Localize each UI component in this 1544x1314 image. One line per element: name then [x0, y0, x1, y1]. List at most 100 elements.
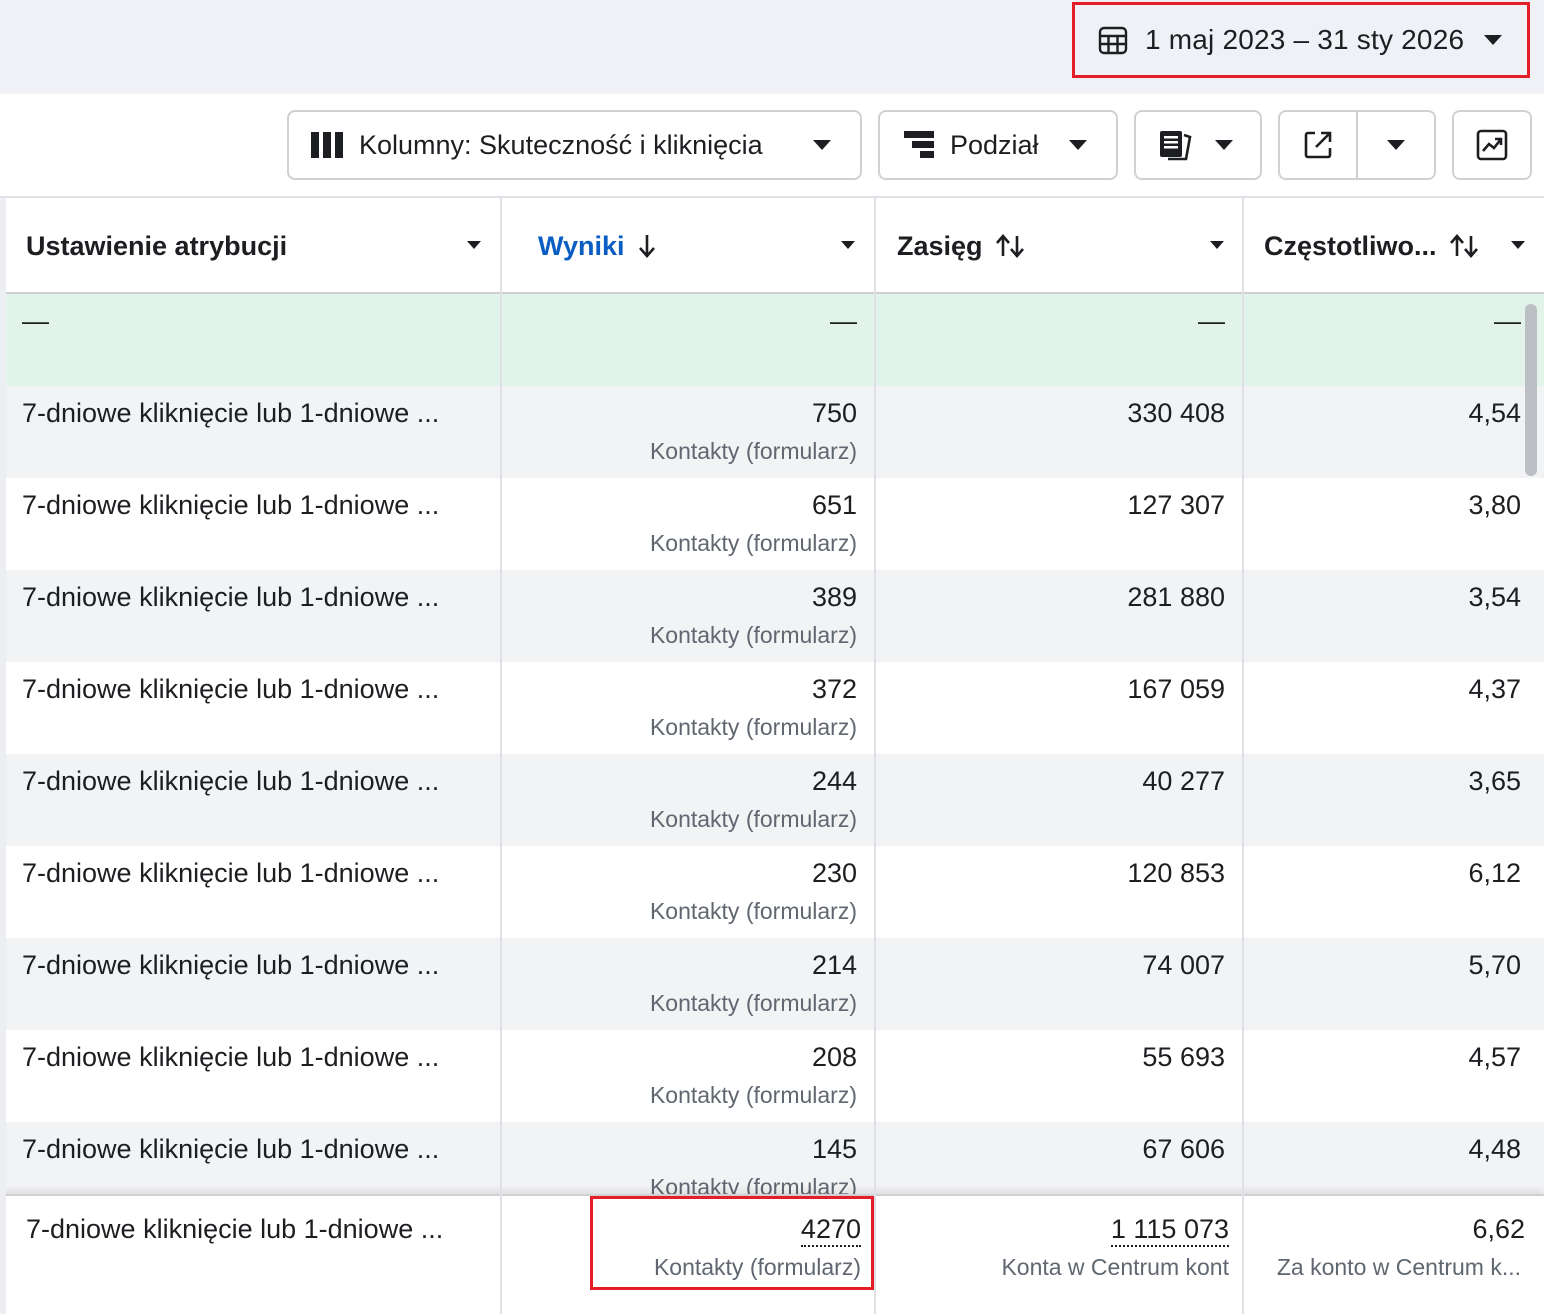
cell-results: 230 — [811, 858, 857, 888]
totals-attribution: 7-dniowe kliknięcie lub 1-dniowe ... — [26, 1214, 444, 1244]
summary-reach: — — [1198, 306, 1225, 336]
columns-button[interactable]: Kolumny: Skuteczność i kliknięcia — [287, 110, 862, 180]
chart-icon — [1476, 129, 1508, 161]
cell-reach: 127 307 — [1127, 490, 1225, 520]
breakdown-icon — [904, 131, 934, 158]
column-divider — [874, 198, 876, 1314]
cell-reach: 281 880 — [1127, 582, 1225, 612]
chevron-down-icon — [1069, 140, 1087, 150]
totals-frequency: 6,62 — [1472, 1214, 1525, 1244]
breakdown-button[interactable]: Podział — [878, 110, 1118, 180]
header-frequency-label: Częstotliwo... — [1264, 230, 1437, 261]
export-button-group — [1278, 110, 1436, 180]
table-header: Ustawienie atrybucji Wyniki Zasięg Częst… — [0, 198, 1544, 294]
cell-attribution: 7-dniowe kliknięcie lub 1-dniowe ... — [22, 674, 440, 704]
view-charts-button[interactable] — [1452, 110, 1532, 180]
sort-both-icon — [995, 234, 1024, 258]
cell-results-type: Kontakty (formularz) — [649, 898, 857, 924]
header-reach-label: Zasięg — [897, 230, 983, 261]
summary-row: — — — — — [0, 294, 1544, 386]
cell-results: 372 — [811, 674, 857, 704]
header-frequency[interactable]: Częstotliwo... — [1264, 198, 1544, 294]
cell-frequency: 3,80 — [1468, 490, 1521, 520]
cell-results-type: Kontakty (formularz) — [649, 806, 857, 832]
table-row[interactable]: 7-dniowe kliknięcie lub 1-dniowe ... 244… — [0, 754, 1544, 846]
cell-results-type: Kontakty (formularz) — [649, 714, 857, 740]
sort-down-icon — [638, 235, 655, 258]
cell-attribution: 7-dniowe kliknięcie lub 1-dniowe ... — [22, 490, 440, 520]
cell-attribution: 7-dniowe kliknięcie lub 1-dniowe ... — [22, 950, 440, 980]
cell-frequency: 5,70 — [1468, 950, 1521, 980]
reports-icon — [1160, 131, 1192, 161]
reports-button[interactable] — [1134, 110, 1262, 180]
chevron-down-icon[interactable] — [1510, 240, 1526, 250]
header-attribution[interactable]: Ustawienie atrybucji — [26, 198, 500, 294]
results-total-highlight — [590, 1196, 874, 1290]
date-bar: 1 maj 2023 – 31 sty 2026 — [0, 0, 1544, 94]
chevron-down-icon — [813, 140, 831, 150]
cell-frequency: 4,37 — [1468, 674, 1521, 704]
cell-results: 651 — [811, 490, 857, 520]
cell-reach: 40 277 — [1142, 766, 1225, 796]
cell-frequency: 4,48 — [1468, 1134, 1521, 1164]
date-range-picker[interactable]: 1 maj 2023 – 31 sty 2026 — [1072, 2, 1530, 78]
cell-results-type: Kontakty (formularz) — [649, 622, 857, 648]
table-row[interactable]: 7-dniowe kliknięcie lub 1-dniowe ... 389… — [0, 570, 1544, 662]
totals-reach-type: Konta w Centrum kont — [1001, 1254, 1229, 1280]
table-body: — — — — 7-dniowe kliknięcie lub 1-dniowe… — [0, 294, 1544, 1194]
summary-frequency: — — [1494, 306, 1521, 336]
cell-attribution: 7-dniowe kliknięcie lub 1-dniowe ... — [22, 1042, 440, 1072]
cell-reach: 67 606 — [1142, 1134, 1225, 1164]
cell-frequency: 6,12 — [1468, 858, 1521, 888]
table-row[interactable]: 7-dniowe kliknięcie lub 1-dniowe ... 750… — [0, 386, 1544, 478]
column-divider — [500, 198, 502, 1314]
table-row[interactable]: 7-dniowe kliknięcie lub 1-dniowe ... 230… — [0, 846, 1544, 938]
cell-results-type: Kontakty (formularz) — [649, 438, 857, 464]
cell-reach: 74 007 — [1142, 950, 1225, 980]
cell-attribution: 7-dniowe kliknięcie lub 1-dniowe ... — [22, 766, 440, 796]
columns-button-label: Kolumny: Skuteczność i kliknięcia — [359, 129, 763, 160]
header-results[interactable]: Wyniki — [538, 198, 874, 294]
header-reach[interactable]: Zasięg — [897, 198, 1243, 294]
table-left-edge — [0, 198, 6, 1314]
cell-reach: 167 059 — [1127, 674, 1225, 704]
columns-icon — [311, 132, 343, 158]
export-options-button[interactable] — [1358, 112, 1434, 178]
cell-results: 145 — [811, 1134, 857, 1164]
table-row[interactable]: 7-dniowe kliknięcie lub 1-dniowe ... 214… — [0, 938, 1544, 1030]
cell-results-type: Kontakty (formularz) — [649, 1082, 857, 1108]
chevron-down-icon[interactable] — [1209, 240, 1225, 250]
chevron-down-icon[interactable] — [466, 240, 482, 250]
table-row[interactable]: 7-dniowe kliknięcie lub 1-dniowe ... 651… — [0, 478, 1544, 570]
table-row[interactable]: 7-dniowe kliknięcie lub 1-dniowe ... 372… — [0, 662, 1544, 754]
totals-reach[interactable]: 1 115 073 — [1110, 1214, 1229, 1247]
cell-results: 389 — [811, 582, 857, 612]
date-range-label: 1 maj 2023 – 31 sty 2026 — [1145, 24, 1465, 55]
totals-frequency-type: Za konto w Centrum k... — [1276, 1254, 1521, 1280]
cell-reach: 55 693 — [1142, 1042, 1225, 1072]
table-toolbar: Kolumny: Skuteczność i kliknięcia Podzia… — [0, 94, 1544, 198]
cell-results: 750 — [811, 398, 857, 428]
chevron-down-icon — [1387, 140, 1405, 150]
header-results-label: Wyniki — [538, 230, 625, 261]
chevron-down-icon[interactable] — [840, 240, 856, 250]
sort-both-icon — [1449, 234, 1478, 258]
cell-frequency: 3,65 — [1468, 766, 1521, 796]
calendar-icon — [1098, 26, 1128, 55]
table-row[interactable]: 7-dniowe kliknięcie lub 1-dniowe ... 145… — [0, 1122, 1544, 1194]
cell-attribution: 7-dniowe kliknięcie lub 1-dniowe ... — [22, 1134, 440, 1164]
vertical-scrollbar[interactable] — [1525, 304, 1537, 476]
cell-frequency: 3,54 — [1468, 582, 1521, 612]
table-row[interactable]: 7-dniowe kliknięcie lub 1-dniowe ... 208… — [0, 1030, 1544, 1122]
totals-row: 7-dniowe kliknięcie lub 1-dniowe ... 427… — [0, 1194, 1544, 1314]
cell-results-type: Kontakty (formularz) — [649, 530, 857, 556]
cell-results-type: Kontakty (formularz) — [649, 1174, 857, 1194]
cell-attribution: 7-dniowe kliknięcie lub 1-dniowe ... — [22, 858, 440, 888]
cell-results: 214 — [811, 950, 857, 980]
breakdown-button-label: Podział — [950, 129, 1039, 160]
export-icon — [1304, 131, 1332, 159]
column-divider — [1242, 198, 1244, 1314]
cell-results-type: Kontakty (formularz) — [649, 990, 857, 1016]
export-button[interactable] — [1280, 112, 1358, 178]
cell-frequency: 4,54 — [1468, 398, 1521, 428]
